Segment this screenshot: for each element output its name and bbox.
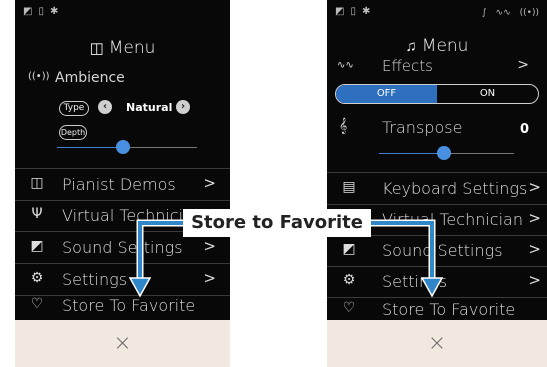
store-to-favorite-callout: Store to Favorite	[183, 209, 371, 237]
left-arrow-head	[128, 277, 152, 298]
callout-arrows	[128, 219, 444, 298]
left-arrow-line	[138, 221, 183, 282]
right-arrow-line	[371, 221, 434, 282]
right-arrow-outline	[371, 219, 436, 282]
right-arrow-head	[420, 277, 444, 298]
left-arrow-outline	[136, 219, 183, 282]
